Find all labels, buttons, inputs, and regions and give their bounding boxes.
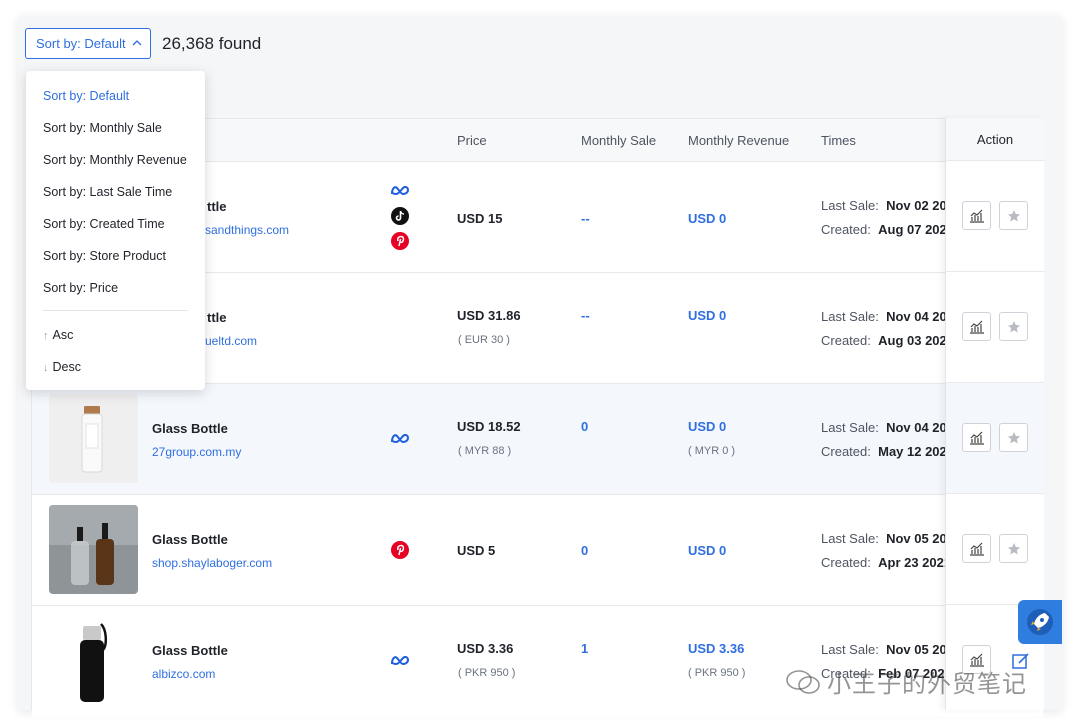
last-sale-time: Last Sale: Nov 05 202 bbox=[821, 531, 954, 546]
product-name[interactable]: ttle bbox=[207, 199, 227, 214]
sort-option-monthly-sale[interactable]: Sort by: Monthly Sale bbox=[26, 112, 205, 144]
trend-chart-icon bbox=[969, 431, 984, 445]
monthly-revenue-value: USD 0 bbox=[688, 211, 727, 226]
product-store-link[interactable]: sandthings.com bbox=[205, 223, 289, 237]
header-price[interactable]: Price bbox=[457, 133, 487, 148]
price-original-currency: ( PKR 950 ) bbox=[458, 667, 516, 679]
tiktok-icon[interactable] bbox=[390, 207, 410, 225]
last-sale-time: Last Sale: Nov 04 202 bbox=[821, 309, 954, 324]
monthly-revenue-value: USD 0 bbox=[688, 419, 727, 434]
header-times[interactable]: Times bbox=[821, 133, 856, 148]
table-row[interactable]: Glass Bottle 27group.com.my USD 18.52 ( … bbox=[32, 384, 1043, 495]
last-sale-time: Last Sale: Nov 05 202 bbox=[821, 642, 954, 657]
chart-button[interactable] bbox=[962, 534, 991, 563]
monthly-revenue-value: USD 0 bbox=[688, 308, 727, 323]
watermark: 小王子的外贸笔记 bbox=[785, 664, 1027, 699]
pinterest-icon[interactable] bbox=[390, 541, 410, 559]
chart-button[interactable] bbox=[962, 423, 991, 452]
rocket-launcher-button[interactable] bbox=[1018, 600, 1062, 644]
sort-option-store-product[interactable]: Sort by: Store Product bbox=[26, 240, 205, 272]
sort-option-created-time[interactable]: Sort by: Created Time bbox=[26, 208, 205, 240]
sort-option-price[interactable]: Sort by: Price bbox=[26, 272, 205, 304]
meta-icon[interactable] bbox=[390, 182, 410, 200]
price-value: USD 18.52 bbox=[457, 419, 521, 434]
results-count: 26,368 found bbox=[162, 34, 262, 53]
star-icon bbox=[1007, 320, 1020, 332]
header-monthly-revenue[interactable]: Monthly Revenue bbox=[688, 133, 789, 148]
product-image[interactable] bbox=[49, 616, 138, 705]
star-icon bbox=[1007, 542, 1020, 554]
created-time: Created: Aug 07 2023 bbox=[821, 222, 954, 237]
trend-chart-icon bbox=[969, 320, 984, 334]
product-image[interactable] bbox=[49, 394, 138, 483]
pinterest-icon[interactable] bbox=[390, 232, 410, 250]
product-name[interactable]: Glass Bottle bbox=[152, 421, 228, 436]
sort-dropdown-button[interactable]: Sort by: Default bbox=[25, 28, 151, 59]
favorite-button[interactable] bbox=[999, 312, 1028, 341]
product-store-link[interactable]: 27group.com.my bbox=[152, 445, 241, 459]
sort-option-monthly-revenue[interactable]: Sort by: Monthly Revenue bbox=[26, 144, 205, 176]
product-name[interactable]: Glass Bottle bbox=[152, 643, 228, 658]
price-value: USD 15 bbox=[457, 211, 503, 226]
product-image[interactable] bbox=[49, 505, 138, 594]
table-row[interactable]: Glass Bottle shop.shaylaboger.com USD 5 … bbox=[32, 495, 1043, 606]
action-cell bbox=[946, 161, 1044, 272]
product-name[interactable]: Glass Bottle bbox=[152, 532, 228, 547]
arrow-down-icon: ↓ bbox=[43, 362, 49, 374]
action-cell bbox=[946, 494, 1044, 605]
meta-icon[interactable] bbox=[390, 652, 410, 670]
sort-dropdown-menu: Sort by: Default Sort by: Monthly Sale S… bbox=[26, 71, 205, 390]
price-value: USD 3.36 bbox=[457, 641, 514, 656]
price-value: USD 31.86 bbox=[457, 308, 521, 323]
meta-icon[interactable] bbox=[390, 430, 410, 448]
table-row[interactable]: Glass Bottle albizco.com USD 3.36 ( PKR … bbox=[32, 606, 1043, 717]
created-time: Created: Apr 23 2021 bbox=[821, 555, 952, 570]
star-icon bbox=[1007, 209, 1020, 221]
price-value: USD 5 bbox=[457, 543, 496, 558]
product-store-link[interactable]: shop.shaylaboger.com bbox=[152, 556, 272, 570]
last-sale-time: Last Sale: Nov 02 202 bbox=[821, 198, 954, 213]
favorite-button[interactable] bbox=[999, 423, 1028, 452]
sort-label: Sort by: Default bbox=[36, 36, 126, 51]
created-time: Created: May 12 2020 bbox=[821, 444, 955, 459]
arrow-up-icon: ↑ bbox=[43, 330, 49, 342]
order-option-desc[interactable]: ↓ Desc bbox=[26, 351, 205, 383]
revenue-original-currency: ( MYR 0 ) bbox=[688, 445, 736, 457]
price-original-currency: ( EUR 30 ) bbox=[458, 334, 510, 346]
wechat-icon bbox=[786, 669, 820, 694]
action-cell bbox=[946, 272, 1044, 383]
price-original-currency: ( MYR 88 ) bbox=[458, 445, 512, 457]
sort-option-default[interactable]: Sort by: Default bbox=[26, 80, 205, 112]
monthly-revenue-value: USD 3.36 bbox=[688, 641, 745, 656]
monthly-revenue-value: USD 0 bbox=[688, 543, 727, 558]
trend-chart-icon bbox=[969, 542, 984, 556]
monthly-sale-value: 0 bbox=[581, 419, 589, 434]
product-store-link[interactable]: albizco.com bbox=[152, 667, 215, 681]
monthly-sale-value: -- bbox=[581, 211, 590, 226]
sort-option-last-sale-time[interactable]: Sort by: Last Sale Time bbox=[26, 176, 205, 208]
product-store-link[interactable]: ueltd.com bbox=[205, 334, 257, 348]
rocket-icon bbox=[1027, 609, 1053, 635]
created-time: Created: Aug 03 2021 bbox=[821, 333, 954, 348]
favorite-button[interactable] bbox=[999, 201, 1028, 230]
action-cell bbox=[946, 383, 1044, 494]
favorite-button[interactable] bbox=[999, 534, 1028, 563]
product-name[interactable]: ttle bbox=[207, 310, 227, 325]
monthly-sale-value: 0 bbox=[581, 543, 589, 558]
star-icon bbox=[1007, 431, 1020, 443]
chart-button[interactable] bbox=[962, 312, 991, 341]
menu-divider bbox=[43, 310, 188, 311]
monthly-sale-value: 1 bbox=[581, 641, 589, 656]
revenue-original-currency: ( PKR 950 ) bbox=[688, 667, 746, 679]
order-option-asc[interactable]: ↑ Asc bbox=[26, 319, 205, 351]
header-monthly-sale[interactable]: Monthly Sale bbox=[581, 133, 656, 148]
last-sale-time: Last Sale: Nov 04 202 bbox=[821, 420, 954, 435]
chart-button[interactable] bbox=[962, 201, 991, 230]
trend-chart-icon bbox=[969, 209, 984, 223]
chevron-up-icon bbox=[132, 38, 142, 49]
monthly-sale-value: -- bbox=[581, 308, 590, 323]
header-action: Action bbox=[946, 118, 1044, 161]
